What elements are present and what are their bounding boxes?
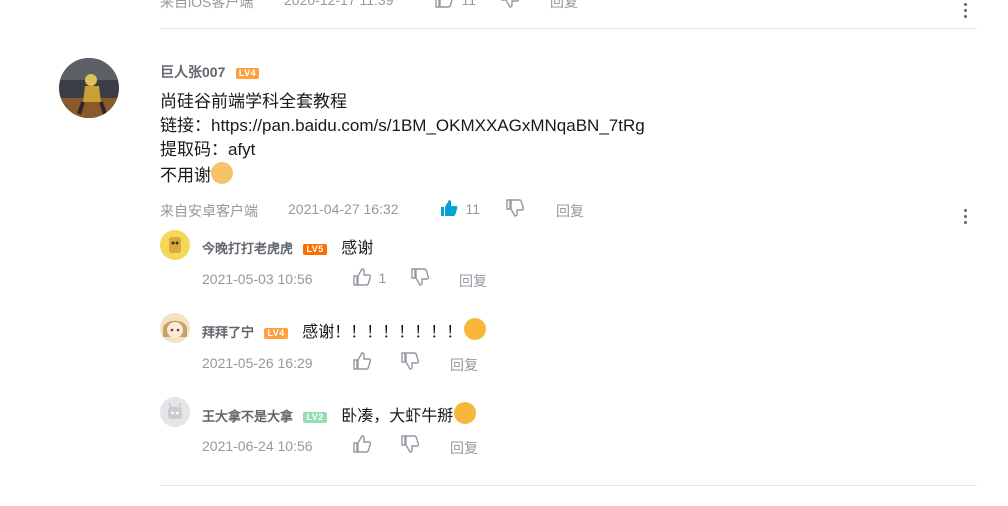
scared-emoji-icon [464,318,487,340]
avatar-image-icon [59,58,119,118]
top-comment-like-count: 11 [461,0,476,8]
reply-dislike-button[interactable] [411,268,429,291]
default-avatar-icon [168,402,182,419]
reply-like-button[interactable] [353,435,371,458]
comment-source: 来自安卓客户端 [160,203,258,219]
doge-emoji-icon [211,162,233,184]
level-badge: LV4 [235,68,260,79]
comment-text-line-1: 尚硅谷前端学科全套教程 [160,92,347,111]
reply-time: 2021-05-26 16:29 [202,355,313,371]
reply-username[interactable]: 今晚打打老虎虎 [202,241,293,256]
top-comment-time: 2020-12-17 11:39 [284,0,394,8]
thumb-down-icon [401,435,419,453]
divider [160,28,977,29]
top-comment-more-icon[interactable] [964,3,968,21]
reply-dislike-button[interactable] [401,435,419,458]
comment-text-line-4: 不用谢 [160,166,211,185]
thumb-up-icon [435,0,453,8]
like-count: 11 [465,201,480,217]
username[interactable]: 巨人张007 [160,64,225,80]
reply-reply-button[interactable]: 回复 [459,271,487,291]
reply-avatar[interactable] [160,397,190,427]
dislike-button[interactable] [506,199,524,222]
avatar-image-icon [169,237,181,253]
reply-reply-button[interactable]: 回复 [450,438,478,458]
comment-text-line-2[interactable]: 链接：https://pan.baidu.com/s/1BM_OKMXXAGxM… [160,113,645,138]
thumb-down-icon [411,268,429,286]
reply-button[interactable]: 回复 [556,201,584,221]
reply-avatar[interactable] [160,313,190,343]
reply-like-button[interactable] [353,352,371,375]
like-button[interactable]: 11 [440,199,480,222]
level-badge: LV2 [303,412,327,423]
top-comment-like-button[interactable]: 11 [435,0,476,13]
reply-text: 卧凑，大虾牛掰 [341,408,454,425]
thumb-down-icon [501,0,519,8]
comment-text-line-3: 提取码：afyt [160,140,256,159]
reply-reply-button[interactable]: 回复 [450,355,478,375]
top-comment-reply-button[interactable]: 回复 [550,0,578,12]
level-badge: LV5 [303,244,327,255]
thumb-up-icon [353,435,371,453]
reply-text: 感谢 [341,240,374,257]
reply-username[interactable]: 拜拜了宁 [202,325,254,340]
reply-time: 2021-05-03 10:56 [202,271,313,287]
thumb-up-icon [353,268,371,286]
more-options-icon[interactable] [964,209,968,227]
reply-like-count: 1 [378,270,387,286]
thumb-down-icon [506,199,524,217]
avatar-image-icon [163,320,187,338]
reply-avatar[interactable] [160,230,190,260]
scared-emoji-icon [454,402,477,424]
level-badge: LV4 [264,328,288,339]
reply-time: 2021-06-24 10:56 [202,438,313,454]
top-comment-dislike-button[interactable] [501,0,519,13]
thumb-up-icon [353,352,371,370]
thumb-up-filled-icon [441,200,458,216]
thumb-down-icon [401,352,419,370]
divider [160,485,977,486]
top-comment-source: 来自iOS客户端 [160,0,254,10]
comment-time: 2021-04-27 16:32 [288,201,399,217]
reply-username[interactable]: 王大拿不是大拿 [202,409,293,424]
reply-like-button[interactable]: 1 [353,268,387,291]
avatar[interactable] [59,58,119,118]
reply-text: 感谢！！！！！！！！ [302,324,463,341]
reply-dislike-button[interactable] [401,352,419,375]
